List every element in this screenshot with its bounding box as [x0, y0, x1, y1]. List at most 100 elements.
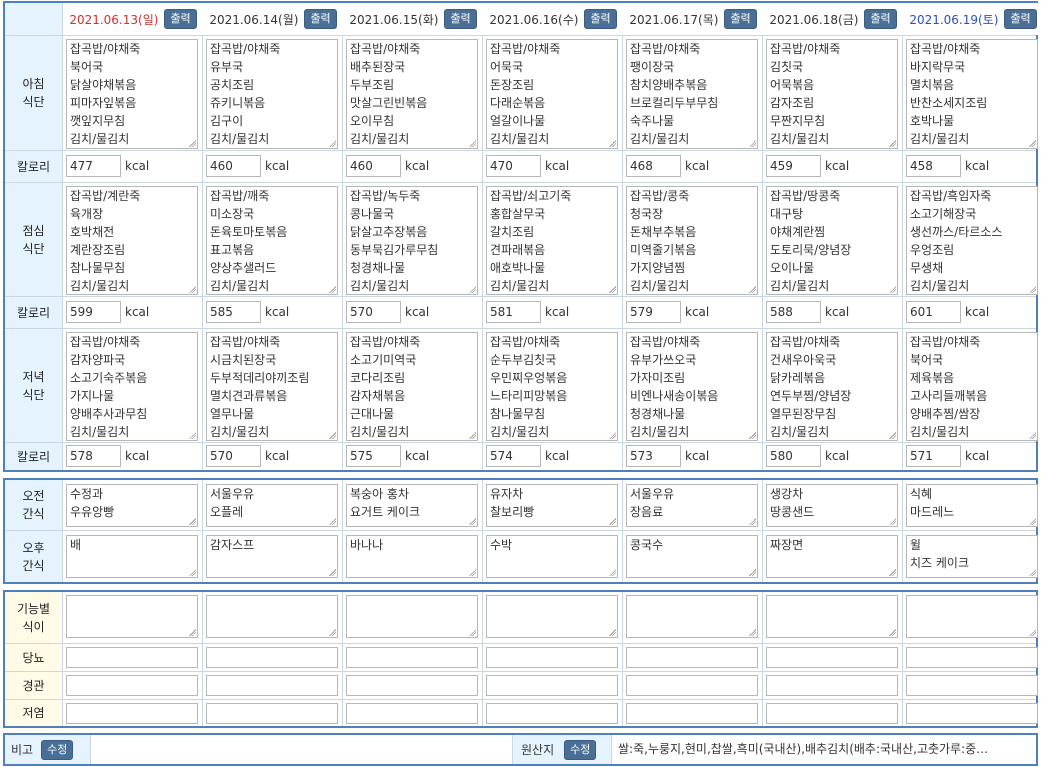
calorie-input[interactable]: 575 [346, 445, 401, 467]
low_salt-input[interactable] [206, 703, 338, 724]
am-snack-textarea[interactable]: 수정과 우유앙빵 [66, 484, 198, 527]
dinner-menu-textarea[interactable]: 잡곡밥/야채죽 순두부김칫국 우민찌우엉볶음 느타리피망볶음 참나물무침 김치/… [486, 332, 618, 441]
tube-input[interactable] [486, 675, 618, 696]
calorie-input[interactable]: 573 [626, 445, 681, 467]
pm-snack-label: 오후 간식 [5, 531, 63, 582]
low_salt-input[interactable] [626, 703, 758, 724]
calorie-input[interactable]: 470 [486, 155, 541, 177]
am-snack-textarea[interactable]: 유자차 찰보리빵 [486, 484, 618, 527]
pm-snack-textarea[interactable]: 감자스프 [206, 535, 338, 578]
day-date: 2021.06.18(금) [769, 11, 858, 28]
tube-input[interactable] [206, 675, 338, 696]
pm-snack-textarea[interactable]: 짜장면 [766, 535, 898, 578]
calorie-input[interactable]: 571 [906, 445, 961, 467]
tube-input[interactable] [346, 675, 478, 696]
lunch-menu-textarea[interactable]: 잡곡밥/쇠고기죽 홍합살무국 갈치조림 견파래볶음 애호박나물 김치/물김치 [486, 186, 618, 295]
breakfast-menu-textarea[interactable]: 잡곡밥/야채죽 북어국 닭살야채볶음 피마자잎볶음 깻잎지무침 김치/물김치 [66, 39, 198, 149]
origin-edit-button[interactable]: 수정 [564, 739, 597, 760]
pm-snack-textarea[interactable]: 바나나 [346, 535, 478, 578]
diabetes-input[interactable] [906, 647, 1038, 668]
calorie-input[interactable]: 458 [906, 155, 961, 177]
print-button[interactable]: 출력 [304, 9, 337, 29]
functional-input[interactable] [346, 595, 478, 638]
lunch-menu-textarea[interactable]: 잡곡밥/깨죽 미소장국 돈육토마토볶음 표고볶음 양상추샐러드 김치/물김치 [206, 186, 338, 295]
calorie-input[interactable]: 574 [486, 445, 541, 467]
print-button[interactable]: 출력 [864, 9, 897, 29]
breakfast-menu-textarea[interactable]: 잡곡밥/야채죽 유부국 공치조림 쥬키니볶음 김구이 김치/물김치 [206, 39, 338, 149]
functional-input[interactable] [906, 595, 1038, 638]
kcal-unit: kcal [265, 159, 290, 173]
dinner-menu-textarea[interactable]: 잡곡밥/야채죽 감자양파국 소고기숙주볶음 가지나물 양배추사과무침 김치/물김… [66, 332, 198, 441]
calorie-input[interactable]: 585 [206, 301, 261, 323]
functional-input[interactable] [486, 595, 618, 638]
kcal-unit: kcal [825, 305, 850, 319]
am-snack-textarea[interactable]: 복숭아 홍차 요거트 케이크 [346, 484, 478, 527]
calorie-input[interactable]: 477 [66, 155, 121, 177]
calorie-input[interactable]: 579 [626, 301, 681, 323]
pm-snack-textarea[interactable]: 콩국수 [626, 535, 758, 578]
calorie-input[interactable]: 599 [66, 301, 121, 323]
breakfast-menu-textarea[interactable]: 잡곡밥/야채죽 김칫국 어묵볶음 감자조림 무짠지무침 김치/물김치 [766, 39, 898, 149]
diabetes-input[interactable] [66, 647, 198, 668]
low_salt-input[interactable] [766, 703, 898, 724]
print-button[interactable]: 출력 [724, 9, 757, 29]
calorie-input[interactable]: 460 [346, 155, 401, 177]
note-field[interactable] [92, 735, 512, 764]
dinner-menu-textarea[interactable]: 잡곡밥/야채죽 소고기미역국 코다리조림 감자채볶음 근대나물 김치/물김치 [346, 332, 478, 441]
breakfast-menu-textarea[interactable]: 잡곡밥/야채죽 팽이장국 참치양배추볶음 브로컬리두부무침 숙주나물 김치/물김… [626, 39, 758, 149]
diabetes-input[interactable] [486, 647, 618, 668]
calorie-input[interactable]: 570 [346, 301, 401, 323]
diabetes-input[interactable] [626, 647, 758, 668]
calorie-input[interactable]: 468 [626, 155, 681, 177]
pm-snack-textarea[interactable]: 수박 [486, 535, 618, 578]
tube-input[interactable] [626, 675, 758, 696]
pm-snack-textarea[interactable]: 윌 치즈 케이크 [906, 535, 1038, 578]
low_salt-input[interactable] [66, 703, 198, 724]
diabetes-input[interactable] [206, 647, 338, 668]
kcal-unit: kcal [965, 449, 990, 463]
low_salt-input[interactable] [906, 703, 1038, 724]
lunch-menu-textarea[interactable]: 잡곡밥/계란죽 육개장 호박채전 계란장조림 참나물무침 김치/물김치 [66, 186, 198, 295]
functional-input[interactable] [626, 595, 758, 638]
calorie-input[interactable]: 588 [766, 301, 821, 323]
functional-input[interactable] [766, 595, 898, 638]
diabetes-input[interactable] [346, 647, 478, 668]
am-snack-textarea[interactable]: 식혜 마드레느 [906, 484, 1038, 527]
calorie-input[interactable]: 578 [66, 445, 121, 467]
low_salt-input[interactable] [486, 703, 618, 724]
lunch-label: 점심 식단 [5, 183, 63, 296]
tube-input[interactable] [906, 675, 1038, 696]
calorie-input[interactable]: 460 [206, 155, 261, 177]
breakfast-menu-textarea[interactable]: 잡곡밥/야채죽 어묵국 돈장조림 다래순볶음 얼갈이나물 김치/물김치 [486, 39, 618, 149]
tube-input[interactable] [766, 675, 898, 696]
calorie-input[interactable]: 601 [906, 301, 961, 323]
print-button[interactable]: 출력 [584, 9, 617, 29]
dinner-menu-textarea[interactable]: 잡곡밥/야채죽 시금치된장국 두부적데리야끼조림 멸치견과류볶음 열무나물 김치… [206, 332, 338, 441]
note-edit-button[interactable]: 수정 [41, 739, 74, 760]
dinner-menu-textarea[interactable]: 잡곡밥/야채죽 유부가쓰오국 가자미조림 비엔나새송이볶음 청경채나물 김치/물… [626, 332, 758, 441]
tube-input[interactable] [66, 675, 198, 696]
low_salt-input[interactable] [346, 703, 478, 724]
pm-snack-textarea[interactable]: 배 [66, 535, 198, 578]
functional-input[interactable] [206, 595, 338, 638]
am-snack-textarea[interactable]: 서울우유 오플레 [206, 484, 338, 527]
functional-input[interactable] [66, 595, 198, 638]
dinner-menu-textarea[interactable]: 잡곡밥/야채죽 북어국 제육볶음 고사리들깨볶음 양배추찜/쌈장 김치/물김치 [906, 332, 1038, 441]
calorie-input[interactable]: 459 [766, 155, 821, 177]
calorie-input[interactable]: 580 [766, 445, 821, 467]
breakfast-menu-textarea[interactable]: 잡곡밥/야채죽 배추된장국 두부조림 맛살그린빈볶음 오이무침 김치/물김치 [346, 39, 478, 149]
dinner-menu-textarea[interactable]: 잡곡밥/야채죽 건새우아욱국 닭카레볶음 연두부찜/양념장 열무된장무침 김치/… [766, 332, 898, 441]
print-button[interactable]: 출력 [164, 9, 197, 29]
lunch-menu-textarea[interactable]: 잡곡밥/땅콩죽 대구탕 야채계란찜 도토리묵/양념장 오이나물 김치/물김치 [766, 186, 898, 295]
print-button[interactable]: 출력 [444, 9, 477, 29]
am-snack-textarea[interactable]: 생강차 땅콩샌드 [766, 484, 898, 527]
lunch-menu-textarea[interactable]: 잡곡밥/콩죽 청국장 돈채부추볶음 미역줄기볶음 가지양념찜 김치/물김치 [626, 186, 758, 295]
calorie-input[interactable]: 570 [206, 445, 261, 467]
diabetes-input[interactable] [766, 647, 898, 668]
lunch-menu-textarea[interactable]: 잡곡밥/흑임자죽 소고기해장국 생선까스/타르소스 우엉조림 무생채 김치/물김… [906, 186, 1038, 295]
calorie-input[interactable]: 581 [486, 301, 541, 323]
print-button[interactable]: 출력 [1004, 9, 1037, 29]
lunch-menu-textarea[interactable]: 잡곡밥/녹두죽 콩나물국 닭살고추장볶음 동부묵김가루무침 청경채나물 김치/물… [346, 186, 478, 295]
breakfast-menu-textarea[interactable]: 잡곡밥/야채죽 바지락무국 멸치볶음 반찬소세지조림 호박나물 김치/물김치 [906, 39, 1038, 149]
am-snack-textarea[interactable]: 서울우유 장음료 [626, 484, 758, 527]
